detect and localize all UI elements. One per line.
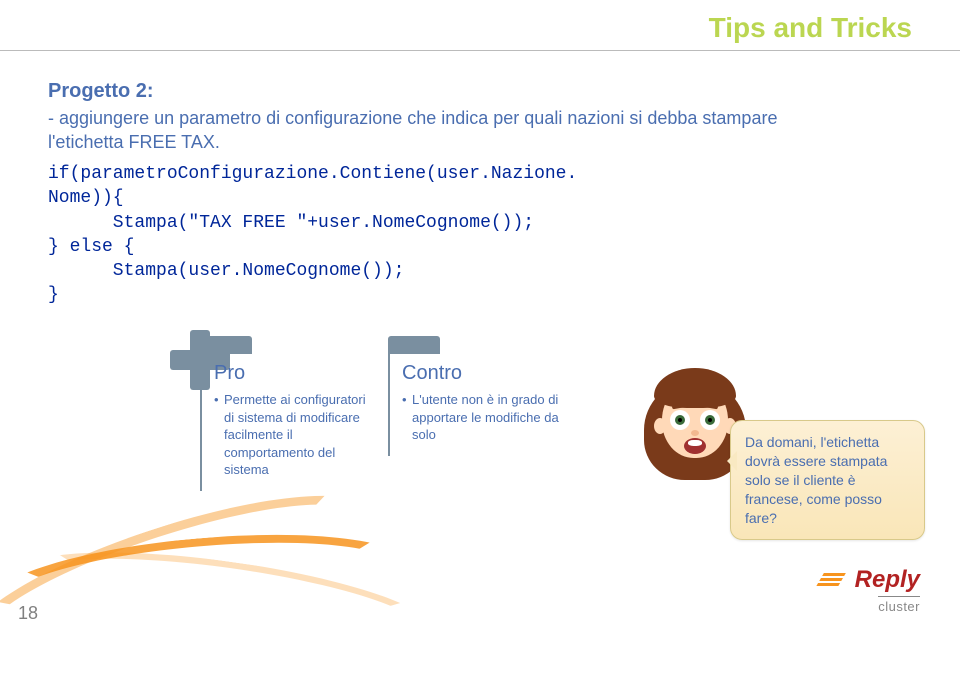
pro-item: Permette ai configuratori di sistema di … — [214, 391, 376, 479]
code-line: } else { — [48, 237, 134, 257]
speech-bubble: Da domani, l'etichetta dovrà essere stam… — [730, 420, 925, 540]
divider — [0, 50, 960, 51]
brand-logo: Reply cluster — [823, 566, 920, 616]
brand-sub: cluster — [878, 596, 920, 614]
project-label: Progetto 2: — [48, 80, 154, 103]
code-line: Stampa(user.NomeCognome()); — [48, 261, 404, 281]
tab-decor — [200, 336, 252, 354]
contro-column: Contro L'utente non è in grado di apport… — [388, 336, 576, 491]
project-description: - aggiungere un parametro di configurazi… — [48, 106, 840, 155]
runner-icon — [823, 567, 849, 587]
tab-decor — [388, 336, 440, 354]
contro-item: L'utente non è in grado di apportare le … — [402, 391, 564, 444]
code-line: } — [48, 285, 59, 305]
code-line: if(parametroConfigurazione.Contiene(user… — [48, 164, 577, 184]
pro-column: Pro Permette ai configuratori di sistema… — [200, 336, 388, 491]
contro-heading: Contro — [402, 362, 564, 385]
code-block: if(parametroConfigurazione.Contiene(user… — [48, 162, 577, 308]
pro-contro-block: Pro Permette ai configuratori di sistema… — [200, 336, 576, 491]
brand-name: Reply — [855, 566, 920, 594]
code-line: Stampa("TAX FREE "+user.NomeCognome()); — [48, 213, 534, 233]
code-line: Nome)){ — [48, 188, 124, 208]
wave-decor — [0, 486, 380, 666]
page-number: 18 — [18, 603, 38, 624]
speech-text: Da domani, l'etichetta dovrà essere stam… — [745, 434, 887, 526]
page-title: Tips and Tricks — [709, 12, 912, 44]
pro-heading: Pro — [214, 362, 376, 385]
